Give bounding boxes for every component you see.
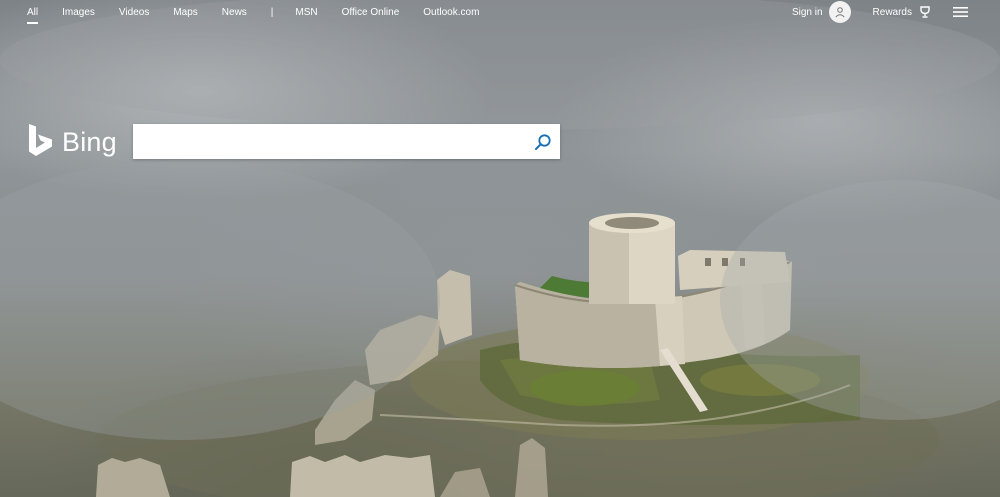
bing-logo[interactable]: Bing — [28, 123, 117, 162]
sign-in-link[interactable]: Sign in — [792, 7, 823, 18]
nav-link-msn[interactable]: MSN — [295, 7, 317, 18]
hamburger-menu-icon[interactable] — [953, 6, 968, 18]
nav-link-videos[interactable]: Videos — [119, 7, 149, 18]
rewards-link[interactable]: Rewards — [873, 7, 912, 18]
search-box — [133, 124, 560, 159]
nav-link-outlook[interactable]: Outlook.com — [423, 7, 479, 18]
user-icon[interactable] — [828, 1, 851, 23]
castle-landscape-image — [0, 0, 1000, 497]
nav-links: All Images Videos Maps News | MSN Office… — [27, 6, 503, 24]
trophy-icon[interactable] — [919, 6, 931, 18]
nav-link-news[interactable]: News — [222, 7, 247, 18]
account-controls: Sign in Rewards — [792, 0, 1000, 24]
search-input[interactable] — [133, 124, 526, 159]
nav-link-images[interactable]: Images — [62, 7, 95, 18]
search-icon[interactable] — [526, 124, 560, 159]
background-image — [0, 0, 1000, 497]
nav-link-office-online[interactable]: Office Online — [342, 7, 400, 18]
nav-link-maps[interactable]: Maps — [173, 7, 197, 18]
bing-logo-text: Bing — [62, 126, 117, 157]
nav-link-all[interactable]: All — [27, 7, 39, 24]
nav-separator: | — [270, 6, 274, 18]
bing-b-icon — [28, 123, 54, 162]
top-navigation: All Images Videos Maps News | MSN Office… — [0, 0, 1000, 24]
